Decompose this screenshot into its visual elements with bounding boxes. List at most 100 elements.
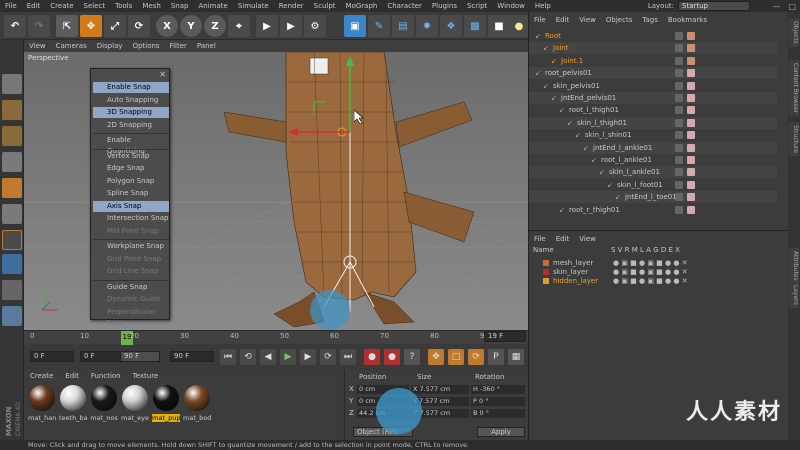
- undo-icon[interactable]: ↶: [4, 15, 26, 37]
- material-swatch[interactable]: mat_nos: [90, 385, 118, 422]
- menu-item-create[interactable]: Create: [45, 2, 78, 10]
- material-swatch[interactable]: mat_pup: [152, 385, 180, 422]
- visibility-dots-icon[interactable]: [675, 81, 683, 90]
- render-settings-icon[interactable]: ⚙: [304, 15, 326, 37]
- viewport-menu-panel[interactable]: Panel: [192, 42, 221, 50]
- camera-icon[interactable]: ■: [488, 15, 510, 37]
- object-row[interactable]: ↙ root_pelvis01: [529, 67, 777, 80]
- object-row[interactable]: ↙ jntEnd_pelvis01: [529, 92, 777, 104]
- key-parameter-icon[interactable]: P: [488, 349, 504, 365]
- viewport-menu-filter[interactable]: Filter: [165, 42, 192, 50]
- object-row[interactable]: ↙ skin_l_thigh01: [529, 116, 777, 129]
- edges-mode-icon[interactable]: [2, 230, 22, 250]
- end-frame-field[interactable]: 90 F: [170, 351, 214, 362]
- object-row[interactable]: ↙ root_l_thigh01: [529, 104, 777, 116]
- visibility-dots-icon[interactable]: [675, 69, 683, 78]
- object-row[interactable]: ↙ skin_l_foot01: [529, 179, 777, 191]
- snap-item-guide-snap[interactable]: Guide Snap: [93, 282, 169, 293]
- object-row[interactable]: ↙ Joint.1: [529, 55, 777, 67]
- snap-item-edge-snap[interactable]: Edge Snap: [93, 163, 169, 174]
- prev-frame-icon[interactable]: ◀: [260, 349, 276, 365]
- maximize-icon[interactable]: □: [788, 2, 796, 11]
- material-menu-edit[interactable]: Edit: [59, 372, 85, 380]
- object-row[interactable]: ↙ skin_l_ankle01: [529, 166, 777, 179]
- visibility-dots-icon[interactable]: [675, 205, 683, 214]
- menu-item-file[interactable]: File: [0, 2, 22, 10]
- keyframe-selection-icon[interactable]: ?: [404, 349, 420, 365]
- key-pla-icon[interactable]: ▦: [508, 349, 524, 365]
- menu-item-help[interactable]: Help: [530, 2, 556, 10]
- autokey-icon[interactable]: ●: [384, 349, 400, 365]
- coord-rot-field[interactable]: P 0 °: [471, 397, 525, 406]
- visibility-dots-icon[interactable]: [675, 180, 683, 189]
- go-to-start-icon[interactable]: ⏮: [220, 349, 236, 365]
- prev-key-icon[interactable]: ⟲: [240, 349, 256, 365]
- render-region-icon[interactable]: ▶: [256, 15, 278, 37]
- material-menu-function[interactable]: Function: [85, 372, 127, 380]
- coord-rot-field[interactable]: B 0 °: [471, 409, 525, 418]
- tab-content-browser[interactable]: Content Browser: [789, 60, 799, 117]
- viewport-menu-options[interactable]: Options: [128, 42, 165, 50]
- snap-item-vertex-snap[interactable]: Vertex Snap: [93, 151, 169, 162]
- snap-item-grid-line-snap[interactable]: Grid Line Snap: [93, 266, 169, 277]
- material-menu-texture[interactable]: Texture: [127, 372, 165, 380]
- redo-icon[interactable]: ↷: [28, 15, 50, 37]
- render-view-icon[interactable]: ▶: [280, 15, 302, 37]
- layer-menu-view[interactable]: View: [574, 235, 601, 243]
- apply-button[interactable]: Apply: [477, 427, 525, 437]
- coord-rot-field[interactable]: H -360 °: [471, 385, 525, 394]
- model-mode-icon[interactable]: [2, 152, 22, 172]
- object-menu-file[interactable]: File: [529, 16, 551, 24]
- menu-item-mograph[interactable]: MoGraph: [341, 2, 383, 10]
- record-icon[interactable]: ●: [364, 349, 380, 365]
- key-scale-icon[interactable]: □: [448, 349, 464, 365]
- menu-item-mesh[interactable]: Mesh: [137, 2, 165, 10]
- next-key-icon[interactable]: ⟳: [320, 349, 336, 365]
- menu-item-script[interactable]: Script: [462, 2, 492, 10]
- material-menu-create[interactable]: Create: [24, 372, 59, 380]
- array-icon[interactable]: ✸: [416, 15, 438, 37]
- snap-item-2d-snapping[interactable]: 2D Snapping: [93, 120, 169, 131]
- go-to-end-icon[interactable]: ⏭: [340, 349, 356, 365]
- object-row[interactable]: ↙ root_r_thigh01: [529, 204, 777, 216]
- axis-y-icon[interactable]: Y: [180, 15, 202, 37]
- visibility-dots-icon[interactable]: [675, 118, 683, 127]
- grid-icon[interactable]: [2, 306, 22, 326]
- menu-item-render[interactable]: Render: [274, 2, 309, 10]
- cube-icon[interactable]: ▣: [344, 15, 366, 37]
- menu-item-simulate[interactable]: Simulate: [233, 2, 274, 10]
- axis-z-icon[interactable]: Z: [204, 15, 226, 37]
- spline-pen-icon[interactable]: ✎: [368, 15, 390, 37]
- axis-x-icon[interactable]: X: [156, 15, 178, 37]
- snap-item-perpendicular-snap[interactable]: Perpendicular Snap: [93, 307, 169, 327]
- menu-item-animate[interactable]: Animate: [193, 2, 232, 10]
- make-editable-icon[interactable]: [2, 74, 22, 94]
- object-row[interactable]: ↙ skin_pelvis01: [529, 80, 777, 92]
- layer-flag-icons[interactable]: ● ▣ ■ ● ▣ ■ ● ● ✕: [613, 276, 688, 286]
- floor-icon[interactable]: ▩: [464, 15, 486, 37]
- viewport-menu-view[interactable]: View: [24, 42, 51, 50]
- material-swatch[interactable]: mat_bod: [183, 385, 211, 422]
- tab-objects[interactable]: Objects: [789, 18, 799, 47]
- snap-item-intersection-snap[interactable]: Intersection Snap: [93, 213, 169, 224]
- object-row[interactable]: ↙ Root: [529, 30, 777, 42]
- menu-item-character[interactable]: Character: [382, 2, 427, 10]
- minimize-icon[interactable]: —: [772, 2, 780, 11]
- subdivision-icon[interactable]: ▤: [392, 15, 414, 37]
- snap-item-axis-snap[interactable]: Axis Snap: [93, 200, 169, 212]
- visibility-dots-icon[interactable]: [675, 94, 683, 102]
- current-frame-field[interactable]: 19 F: [484, 331, 526, 342]
- next-frame-icon[interactable]: ▶: [300, 349, 316, 365]
- tab-layers[interactable]: Layers: [789, 282, 799, 308]
- snap-item-auto-snapping[interactable]: Auto Snapping: [93, 95, 169, 106]
- snap-item-dynamic-guide[interactable]: Dynamic Guide: [93, 294, 169, 305]
- object-row[interactable]: ↙ jntEnd_l_toe01: [529, 191, 777, 204]
- snap-item-workplane-snap[interactable]: Workplane Snap: [93, 241, 169, 252]
- visibility-dots-icon[interactable]: [675, 44, 683, 53]
- material-swatch[interactable]: teeth_ba: [59, 385, 87, 422]
- visibility-dots-icon[interactable]: [675, 106, 683, 115]
- rotate-tool-icon[interactable]: ⟳: [128, 15, 150, 37]
- timeline-ruler[interactable]: 19 0102030405060708090: [24, 330, 528, 345]
- object-mode-icon[interactable]: [2, 178, 22, 198]
- key-rotation-icon[interactable]: ⟳: [468, 349, 484, 365]
